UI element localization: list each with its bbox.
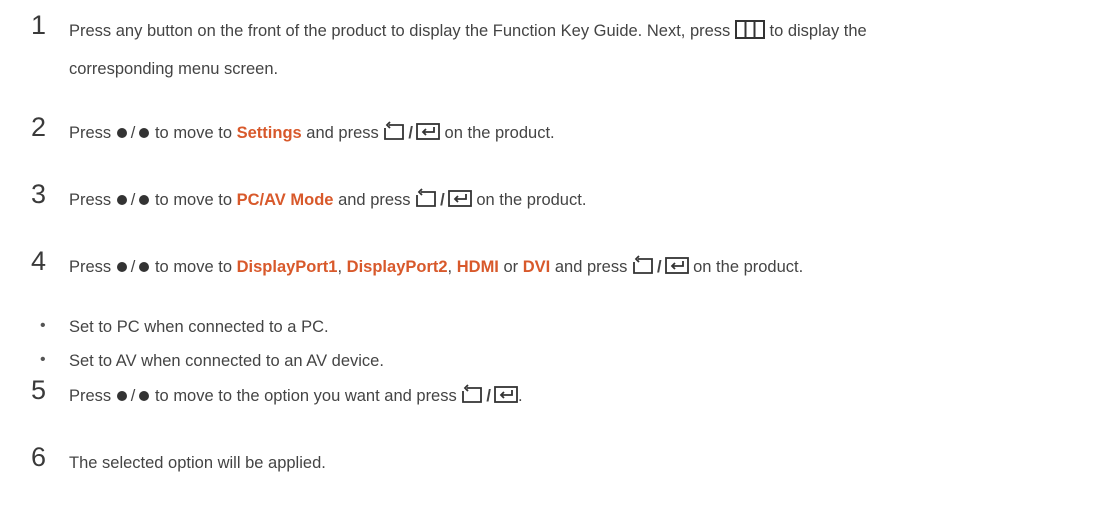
step-text-part: Press: [69, 258, 112, 276]
separator: ,: [337, 258, 343, 276]
menu-target: Settings: [236, 124, 302, 142]
step-text: Press / to move to PC/AV Mode and press …: [69, 183, 1099, 221]
return-icon: [632, 253, 654, 288]
slash: /: [130, 387, 136, 405]
slash: /: [440, 191, 445, 209]
dot-icon: [139, 128, 150, 138]
separator: ,: [447, 258, 453, 276]
return-icon: [415, 186, 437, 221]
dot-icon: [116, 391, 127, 401]
step-number: 2: [31, 112, 47, 142]
step-text-part: on the product.: [693, 258, 804, 276]
bullet-text: Set to AV when connected to an AV device…: [69, 352, 384, 370]
step-text: The selected option will be applied.: [69, 446, 1099, 481]
step-text: Press / to move to DisplayPort1, Display…: [69, 250, 1099, 288]
slash: /: [656, 258, 662, 276]
step-text: Press / to move to the option you want a…: [69, 379, 1099, 417]
slash: /: [130, 191, 136, 209]
dot-icon: [139, 262, 150, 272]
step-text-part: Press any button on the front of the pro…: [69, 22, 731, 40]
return-icon: [383, 119, 405, 154]
dot-icon: [116, 128, 127, 138]
step-text-part: to move to the option you want and press: [154, 387, 457, 405]
step-number: 6: [31, 442, 47, 472]
menu-target: HDMI: [456, 258, 499, 276]
step-text-part: to move to: [154, 258, 233, 276]
slash: /: [408, 124, 413, 142]
step-text-part: to display the: [769, 22, 867, 40]
bullet-mark: •: [40, 317, 46, 334]
return-icon: [461, 382, 483, 417]
step-text-part: and press: [338, 191, 411, 209]
menu-target: DisplayPort1: [236, 258, 338, 276]
step-text-part: corresponding menu screen.: [69, 60, 279, 78]
step-number: 5: [31, 375, 47, 405]
separator: or: [503, 258, 519, 276]
dot-icon: [139, 195, 150, 205]
step-text-part: Press: [69, 124, 112, 142]
step-text-part: to move to: [154, 124, 233, 142]
step-text: Press any button on the front of the pro…: [69, 14, 1099, 87]
dot-icon: [116, 195, 127, 205]
slash: /: [130, 124, 136, 142]
step-number: 1: [31, 10, 47, 40]
menu-target: DVI: [522, 258, 551, 276]
step-text-part: Press: [69, 387, 112, 405]
step-text-part: and press: [306, 124, 379, 142]
dot-icon: [116, 262, 127, 272]
step-number: 4: [31, 246, 47, 276]
step-text-part: Press: [69, 191, 112, 209]
source-enter-icon: [447, 186, 472, 221]
source-enter-icon: [664, 253, 689, 288]
step-text-part: .: [517, 387, 523, 405]
source-enter-icon: [416, 119, 440, 154]
step-text-part: to move to: [154, 191, 233, 209]
bullet-text: Set to PC when connected to a PC.: [69, 318, 329, 336]
source-enter-icon: [494, 382, 518, 417]
step-text-part: and press: [554, 258, 628, 276]
menu-grid-icon: [734, 17, 765, 52]
step-text-part: The selected option will be applied.: [69, 454, 326, 472]
menu-target: PC/AV Mode: [236, 191, 334, 209]
step-text-part: on the product.: [476, 191, 587, 209]
step-number: 3: [31, 179, 47, 209]
bullet-mark: •: [40, 351, 46, 368]
menu-target: DisplayPort2: [346, 258, 448, 276]
step-text: Press / to move to Settings and press / …: [69, 116, 1099, 154]
slash: /: [130, 258, 136, 276]
dot-icon: [139, 391, 150, 401]
slash: /: [486, 387, 491, 405]
step-text-part: on the product.: [444, 124, 555, 142]
